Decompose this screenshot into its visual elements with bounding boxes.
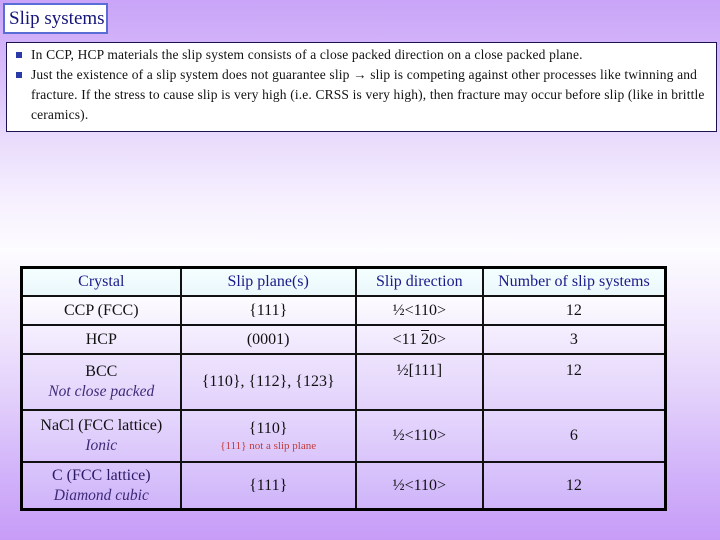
- cell-slip-plane: {111}: [179, 461, 357, 511]
- slip-direction: <11 20>: [357, 330, 482, 350]
- slip-plane: {110}: [248, 420, 288, 437]
- cell-slip-plane: (0001): [179, 324, 357, 355]
- cell-slip-count: 12: [481, 295, 667, 326]
- slip-count: 6: [569, 427, 578, 444]
- table-row: NaCl (FCC lattice) Ionic {110} {111} not…: [20, 409, 667, 463]
- crystal-name: NaCl (FCC lattice): [40, 417, 163, 434]
- slip-direction: ½<110>: [392, 476, 447, 494]
- cell-slip-direction: ½<110>: [354, 461, 484, 511]
- bullet-item: In CCP, HCP materials the slip system co…: [15, 45, 708, 65]
- cell-slip-plane: {110}, {112}, {123}: [179, 353, 357, 411]
- header-crystal: Crystal: [20, 266, 182, 297]
- slip-systems-table: Crystal Slip plane(s) Slip direction Num…: [20, 266, 667, 511]
- slip-plane: {111}: [249, 476, 288, 494]
- cell-crystal: NaCl (FCC lattice) Ionic: [20, 409, 182, 463]
- table-row: BCC Not close packed {110}, {112}, {123}…: [20, 353, 667, 411]
- bullet-list: In CCP, HCP materials the slip system co…: [6, 42, 717, 132]
- slip-plane-note: {111} not a slip plane: [220, 440, 317, 452]
- table-row: C (FCC lattice) Diamond cubic {111} ½<11…: [20, 461, 667, 511]
- direction-overbar-index: 2: [421, 330, 429, 348]
- cell-slip-direction: <11 20>: [354, 324, 484, 355]
- cell-slip-direction: ½<110>: [354, 295, 484, 326]
- cell-slip-count: 6: [481, 409, 667, 463]
- slip-plane: (0001): [246, 330, 290, 348]
- cell-slip-count: 12: [481, 353, 667, 411]
- header-number-of-slip-systems: Number of slip systems: [481, 266, 667, 297]
- crystal-name: BCC: [85, 363, 118, 380]
- crystal-note: Ionic: [85, 437, 118, 454]
- crystal-name: CCP (FCC): [64, 301, 139, 319]
- bullet-text: In CCP, HCP materials the slip system co…: [31, 47, 583, 62]
- table-row: CCP (FCC) {111} ½<110> 12: [20, 295, 667, 326]
- direction-prefix: <11: [392, 330, 421, 348]
- cell-crystal: CCP (FCC): [20, 295, 182, 326]
- slip-direction: ½<110>: [392, 427, 447, 444]
- cell-slip-direction: ½<110>: [354, 409, 484, 463]
- crystal-name: HCP: [85, 330, 117, 348]
- slip-count: 12: [565, 362, 582, 379]
- slip-direction: ½[111]: [396, 362, 443, 379]
- table-row: HCP (0001) <11 20> 3: [20, 324, 667, 355]
- slip-count: 12: [565, 476, 582, 494]
- direction-suffix: 0>: [429, 330, 447, 348]
- cell-crystal: BCC Not close packed: [20, 353, 182, 411]
- bullet-text: Just the existence of a slip system does…: [31, 67, 705, 122]
- cell-crystal: HCP: [20, 324, 182, 355]
- cell-slip-count: 12: [481, 461, 667, 511]
- slide-title: Slip systems: [3, 3, 108, 34]
- slip-plane: {111}: [249, 301, 288, 319]
- cell-crystal: C (FCC lattice) Diamond cubic: [20, 461, 182, 511]
- cell-slip-count: 3: [481, 324, 667, 355]
- crystal-note: Not close packed: [48, 383, 155, 400]
- slip-count: 12: [565, 301, 582, 319]
- header-slip-planes: Slip plane(s): [179, 266, 357, 297]
- slip-count: 3: [569, 330, 578, 348]
- slip-direction: ½<110>: [392, 301, 447, 319]
- table-header-row: Crystal Slip plane(s) Slip direction Num…: [20, 266, 667, 297]
- cell-slip-plane: {110} {111} not a slip plane: [179, 409, 357, 463]
- square-bullet-icon: [16, 72, 22, 78]
- bullet-item: Just the existence of a slip system does…: [15, 65, 708, 125]
- cell-slip-plane: {111}: [179, 295, 357, 326]
- square-bullet-icon: [16, 52, 22, 58]
- cell-slip-direction: ½[111]: [354, 353, 484, 411]
- crystal-name: C (FCC lattice): [51, 466, 151, 484]
- slip-plane: {110}, {112}, {123}: [201, 373, 335, 390]
- header-slip-direction: Slip direction: [354, 266, 484, 297]
- crystal-note: Diamond cubic: [53, 486, 149, 504]
